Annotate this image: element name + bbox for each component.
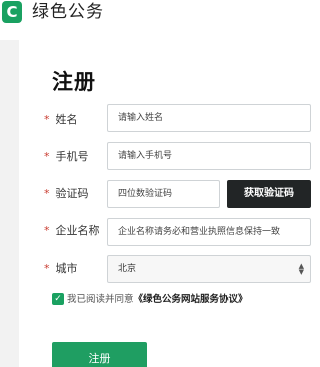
code-label: * 验证码 bbox=[44, 187, 89, 200]
city-select[interactable]: 北京 ▲ ▼ bbox=[107, 255, 311, 283]
register-button[interactable]: 注册 bbox=[52, 342, 147, 367]
company-input[interactable]: 企业名称请务必和营业执照信息保持一致 bbox=[107, 218, 311, 246]
agreement-checkbox[interactable]: ✓ bbox=[52, 293, 64, 305]
required-mark: * bbox=[44, 224, 50, 237]
city-value: 北京 bbox=[118, 264, 137, 274]
phone-label: * 手机号 bbox=[44, 150, 89, 163]
agreement-link[interactable]: 《绿色公务网站服务协议》 bbox=[134, 294, 248, 305]
page-title: 注册 bbox=[52, 70, 96, 94]
required-mark: * bbox=[44, 262, 50, 275]
agreement-text: 我已阅读并同意《绿色公务网站服务协议》 bbox=[67, 294, 248, 305]
code-input[interactable]: 四位数验证码 bbox=[107, 180, 220, 208]
app-title: 绿色公务 bbox=[32, 2, 104, 22]
name-label: * 姓名 bbox=[44, 113, 78, 126]
name-input[interactable]: 请输入姓名 bbox=[107, 104, 311, 132]
phone-input[interactable]: 请输入手机号 bbox=[107, 142, 311, 170]
required-mark: * bbox=[44, 113, 50, 126]
company-label: * 企业名称 bbox=[44, 224, 100, 237]
city-label: * 城市 bbox=[44, 262, 78, 275]
select-arrows-icon: ▲ ▼ bbox=[298, 262, 304, 276]
top-bar: C 绿色公务 bbox=[0, 0, 320, 40]
required-mark: * bbox=[44, 150, 50, 163]
required-mark: * bbox=[44, 187, 50, 200]
app-logo-icon: C bbox=[2, 1, 22, 23]
get-code-button[interactable]: 获取验证码 bbox=[227, 180, 311, 208]
